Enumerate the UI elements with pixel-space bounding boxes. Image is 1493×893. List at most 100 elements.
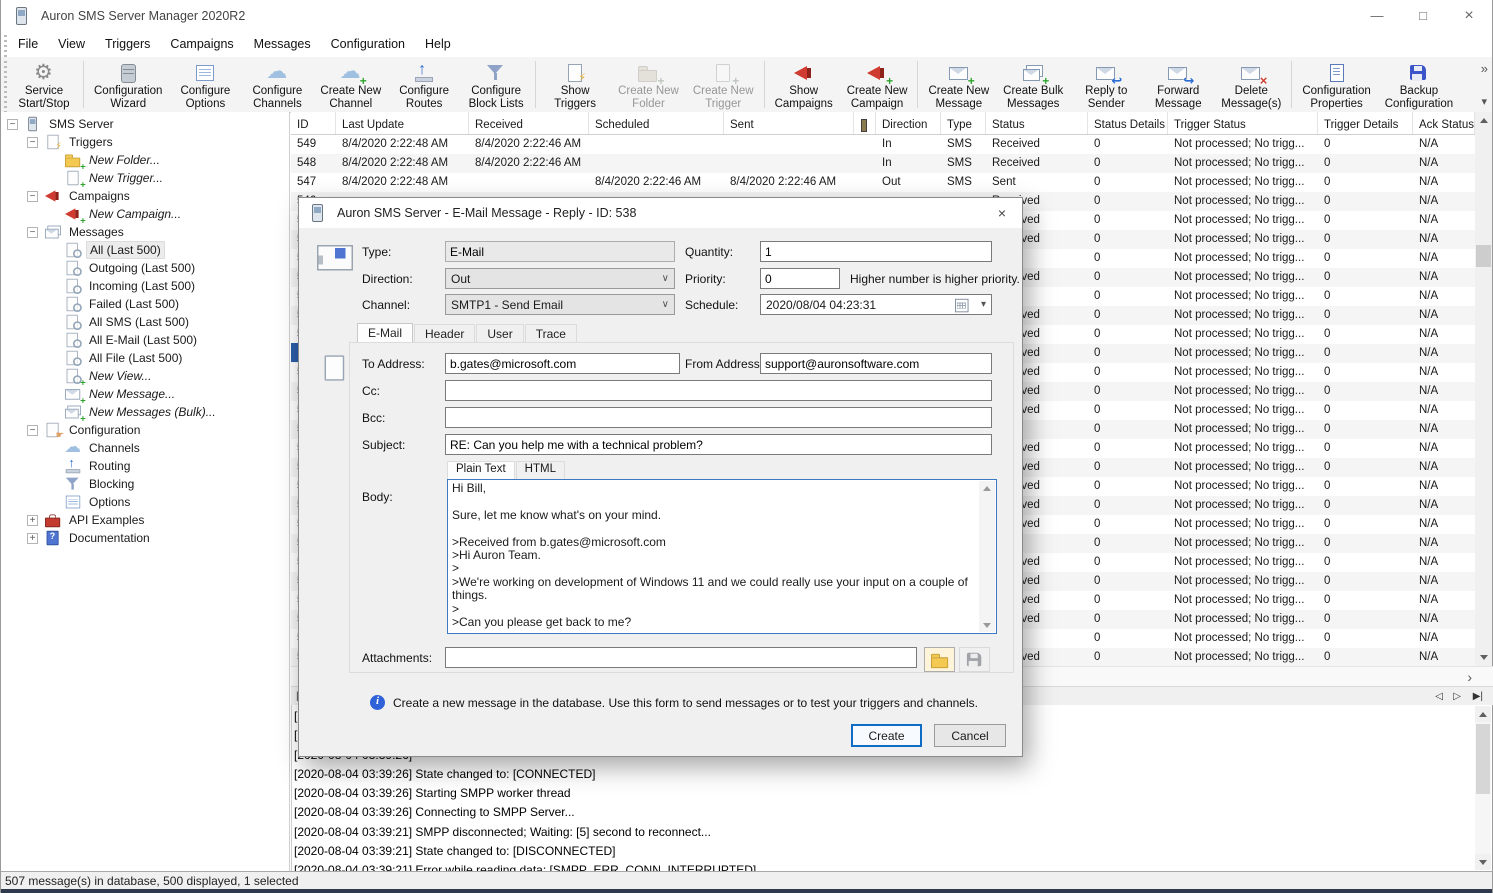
toolbar-button-show-campaigns[interactable]: Show Campaigns <box>768 57 840 112</box>
browse-attachment-button[interactable] <box>924 647 955 672</box>
cc-input[interactable] <box>445 380 992 401</box>
tree-item-incoming-last-500[interactable]: Incoming (Last 500) <box>1 277 289 295</box>
priority-input[interactable] <box>760 268 840 289</box>
next-record-button[interactable]: ▷ <box>1450 689 1464 703</box>
schedule-picker[interactable]: 2020/08/04 04:23:31 ▾ <box>760 294 992 315</box>
tree-item-new-message[interactable]: +New Message... <box>1 385 289 403</box>
column-header-scheduled[interactable]: Scheduled <box>589 112 724 134</box>
table-row-548[interactable]: 5488/4/2020 2:22:48 AM8/4/2020 2:22:46 A… <box>291 154 1475 173</box>
column-header-ack-status[interactable]: Ack Status <box>1413 112 1475 134</box>
toolbar-button-delete-message-s[interactable]: ×Delete Message(s) <box>1214 57 1288 112</box>
direction-dropdown[interactable]: Out ∨ <box>445 268 675 289</box>
body-scroll-up-arrow[interactable] <box>979 481 995 495</box>
tree-item-blocking[interactable]: Blocking <box>1 475 289 493</box>
close-button[interactable]: × <box>1446 0 1492 31</box>
tree-item-routing[interactable]: Routing <box>1 457 289 475</box>
table-vertical-scrollbar[interactable] <box>1475 112 1492 666</box>
tree-item-new-trigger[interactable]: +New Trigger... <box>1 169 289 187</box>
toolbar-button-create-bulk-messages[interactable]: +Create Bulk Messages <box>996 57 1070 112</box>
hscroll-right-arrow[interactable]: › <box>1467 669 1472 685</box>
cancel-button[interactable]: Cancel <box>934 724 1006 747</box>
tree-expander[interactable]: − <box>27 227 38 238</box>
toolbar-button-show-triggers[interactable]: Show Triggers <box>539 57 611 112</box>
menu-item-help[interactable]: Help <box>415 31 461 57</box>
tree-item-all-file-last-500[interactable]: All File (Last 500) <box>1 349 289 367</box>
quantity-input[interactable] <box>760 241 992 262</box>
menu-item-view[interactable]: View <box>48 31 95 57</box>
previous-record-button[interactable]: ◁ <box>1432 689 1446 703</box>
bcc-input[interactable] <box>445 407 992 428</box>
scrollbar-thumb[interactable] <box>1476 245 1491 267</box>
column-header-sent[interactable]: Sent <box>724 112 854 134</box>
tree-expander[interactable]: + <box>27 515 38 526</box>
tree-item-new-folder[interactable]: +New Folder... <box>1 151 289 169</box>
tree-item-messages[interactable]: −Messages <box>1 223 289 241</box>
tree-expander[interactable]: − <box>27 191 38 202</box>
last-record-button[interactable]: ▶| <box>1470 689 1486 703</box>
log-scroll-down-arrow[interactable] <box>1475 854 1491 870</box>
menu-item-triggers[interactable]: Triggers <box>95 31 160 57</box>
maximize-button[interactable]: □ <box>1400 0 1446 31</box>
toolbar-button-configure-block-lists[interactable]: Configure Block Lists <box>460 57 532 112</box>
tab-trace[interactable]: Trace <box>525 324 577 343</box>
column-header-trigger-status[interactable]: Trigger Status <box>1168 112 1318 134</box>
toolbar-button-create-new-campaign[interactable]: +Create New Campaign <box>840 57 915 112</box>
table-row-547[interactable]: 5478/4/2020 2:22:48 AM8/4/2020 2:22:46 A… <box>291 173 1475 192</box>
log-scrollbar[interactable] <box>1475 706 1491 870</box>
column-header-trigger-details[interactable]: Trigger Details <box>1318 112 1413 134</box>
toolbar-overflow-button[interactable]: » <box>1481 61 1488 76</box>
tree-item-sms-server[interactable]: −SMS Server <box>1 115 289 133</box>
toolbar-button-forward-message[interactable]: ↪Forward Message <box>1142 57 1214 112</box>
tree-expander[interactable]: − <box>27 137 38 148</box>
column-header-received[interactable]: Received <box>469 112 589 134</box>
toolbar-button-configure-options[interactable]: Configure Options <box>169 57 241 112</box>
log-scrollbar-thumb[interactable] <box>1476 724 1490 794</box>
tree-expander[interactable]: + <box>27 533 38 544</box>
toolbar-button-reply-to-sender[interactable]: ↩Reply to Sender <box>1070 57 1142 112</box>
menu-item-campaigns[interactable]: Campaigns <box>160 31 243 57</box>
scroll-up-arrow[interactable] <box>1475 112 1492 129</box>
tab-header[interactable]: Header <box>414 324 475 343</box>
tree-item-all-last-500[interactable]: All (Last 500) <box>1 241 289 259</box>
tree-item-channels[interactable]: Channels <box>1 439 289 457</box>
subject-input[interactable] <box>445 434 992 455</box>
tree-item-options[interactable]: Options <box>1 493 289 511</box>
toolbar-button-create-new-message[interactable]: +Create New Message <box>921 57 996 112</box>
menu-item-configuration[interactable]: Configuration <box>321 31 415 57</box>
scroll-down-arrow[interactable] <box>1475 649 1492 666</box>
toolbar-button-configure-channels[interactable]: Configure Channels <box>241 57 313 112</box>
tab-user[interactable]: User <box>476 324 523 343</box>
tree-item-documentation[interactable]: +Documentation <box>1 529 289 547</box>
channel-dropdown[interactable]: SMTP1 - Send Email ∨ <box>445 294 675 315</box>
tree-item-api-examples[interactable]: +API Examples <box>1 511 289 529</box>
tree-expander[interactable]: − <box>27 425 38 436</box>
toolbar-button-configure-routes[interactable]: Configure Routes <box>388 57 460 112</box>
body-scroll-down-arrow[interactable] <box>979 618 995 632</box>
tree-item-triggers[interactable]: −Triggers <box>1 133 289 151</box>
toolbar-options-arrow[interactable]: ▾ <box>1481 95 1487 108</box>
toolbar-button-configuration-properties[interactable]: Configuration Properties <box>1295 57 1377 112</box>
tree-item-all-e-mail-last-500[interactable]: All E-Mail (Last 500) <box>1 331 289 349</box>
tab-html[interactable]: HTML <box>516 461 565 479</box>
log-scroll-up-arrow[interactable] <box>1475 706 1491 722</box>
column-header-status-details[interactable]: Status Details <box>1088 112 1168 134</box>
create-button[interactable]: Create <box>851 724 922 747</box>
column-header-priority[interactable] <box>854 112 876 134</box>
toolbar-button-create-new-channel[interactable]: +Create New Channel <box>313 57 388 112</box>
table-row-549[interactable]: 5498/4/2020 2:22:48 AM8/4/2020 2:22:46 A… <box>291 135 1475 154</box>
toolbar-button-backup-configuration[interactable]: Backup Configuration <box>1378 57 1460 112</box>
tree-item-all-sms-last-500[interactable]: All SMS (Last 500) <box>1 313 289 331</box>
column-header-status[interactable]: Status <box>986 112 1088 134</box>
from-address-input[interactable] <box>760 353 992 374</box>
toolbar-button-configuration-wizard[interactable]: Configuration Wizard <box>87 57 169 112</box>
tree-item-failed-last-500[interactable]: Failed (Last 500) <box>1 295 289 313</box>
column-header-direction[interactable]: Direction <box>876 112 941 134</box>
column-header-type[interactable]: Type <box>941 112 986 134</box>
tab-plain-text[interactable]: Plain Text <box>447 461 515 479</box>
tree-item-new-messages-bulk[interactable]: +New Messages (Bulk)... <box>1 403 289 421</box>
tree-expander[interactable]: − <box>7 119 18 130</box>
to-address-input[interactable] <box>445 353 680 374</box>
menu-item-file[interactable]: File <box>8 31 48 57</box>
tree-item-campaigns[interactable]: −Campaigns <box>1 187 289 205</box>
body-editor[interactable]: Hi Bill, Sure, let me know what's on you… <box>447 479 997 634</box>
